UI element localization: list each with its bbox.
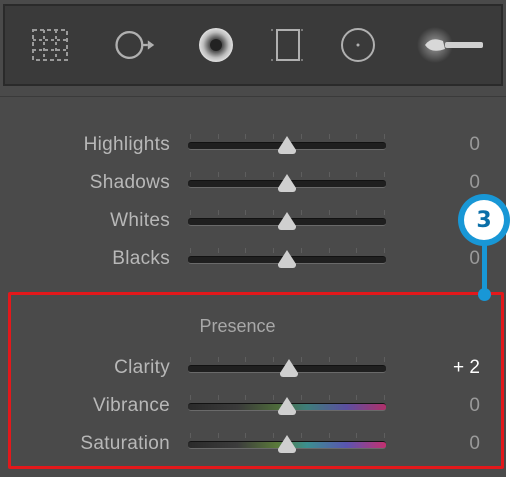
slider-thumb[interactable] xyxy=(278,212,296,230)
slider-row-shadows: Shadows 0 xyxy=(0,166,506,200)
graduated-filter-icon[interactable] xyxy=(265,22,311,68)
spot-removal-icon[interactable] xyxy=(111,22,157,68)
slider-row-highlights: Highlights 0 xyxy=(0,128,506,162)
slider-value[interactable]: 0 xyxy=(430,134,480,156)
slider-label: Blacks xyxy=(112,248,170,269)
slider-row-whites: Whites0 xyxy=(0,204,506,238)
step-number: 3 xyxy=(464,200,504,240)
red-eye-icon[interactable] xyxy=(193,22,239,68)
slider-label: Shadows xyxy=(89,172,170,193)
slider-thumb[interactable] xyxy=(278,136,296,154)
crop-overlay-icon[interactable] xyxy=(27,22,73,68)
adjustment-brush-icon[interactable] xyxy=(415,22,487,68)
callout-pointer-dot xyxy=(478,288,491,301)
radial-filter-icon[interactable] xyxy=(335,22,381,68)
callout-stem xyxy=(482,244,487,292)
slider-value[interactable]: 0 xyxy=(430,172,480,194)
panel-divider xyxy=(0,86,506,97)
step-callout-badge: 3 xyxy=(458,194,510,246)
slider-label: Whites xyxy=(110,210,170,231)
slider-thumb[interactable] xyxy=(278,174,296,192)
slider-value[interactable]: 0 xyxy=(430,248,480,270)
tool-strip xyxy=(3,4,503,86)
slider-label: Highlights xyxy=(83,134,170,155)
slider-row-blacks: Blacks 0 xyxy=(0,242,506,276)
slider-thumb[interactable] xyxy=(278,250,296,268)
presence-highlight-box xyxy=(8,292,504,469)
